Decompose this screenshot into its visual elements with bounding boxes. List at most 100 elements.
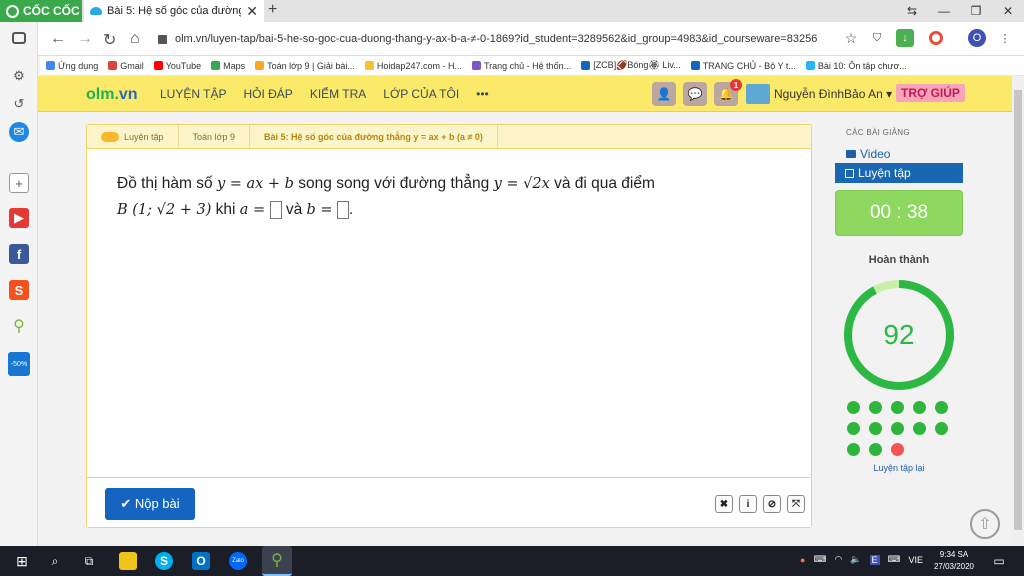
menu-icon[interactable]: ⋮ bbox=[996, 29, 1014, 47]
avatar[interactable] bbox=[746, 84, 770, 104]
bookmark-item[interactable]: Bài 10: Ôn tập chươ... bbox=[805, 61, 907, 71]
answer-input-b[interactable] bbox=[336, 200, 349, 219]
bookmark-item[interactable]: Toán lớp 9 | Giải bài... bbox=[255, 61, 355, 71]
add-app-icon[interactable]: + bbox=[9, 173, 29, 193]
tray-app-icon[interactable]: ● bbox=[800, 555, 805, 565]
wifi-icon[interactable]: ◠ bbox=[834, 554, 842, 565]
answer-input-a[interactable] bbox=[269, 200, 282, 219]
bookmark-item[interactable]: Ứng dụng bbox=[46, 61, 98, 71]
answer-dot-wrong[interactable] bbox=[891, 443, 904, 456]
retry-link[interactable]: Luyện tập lại bbox=[835, 463, 963, 473]
answer-dot-correct[interactable] bbox=[847, 422, 860, 435]
bookmark-item[interactable]: TRANG CHỦ - Bộ Y t... bbox=[690, 61, 796, 71]
settings-icon[interactable]: ⚙ bbox=[9, 66, 29, 86]
bookmark-item[interactable]: Hoidap247.com - H... bbox=[364, 61, 462, 71]
answer-dot-correct[interactable] bbox=[869, 401, 882, 414]
youtube-app-icon[interactable]: ▶ bbox=[9, 208, 29, 228]
back-icon[interactable]: ← bbox=[50, 30, 66, 48]
coccoc-taskbar-icon[interactable]: ⚲ bbox=[262, 546, 292, 576]
sidebar-toggle-icon[interactable] bbox=[12, 32, 26, 44]
breadcrumb-item[interactable]: Luyện tập bbox=[87, 124, 179, 149]
windows-start-icon[interactable]: ⊞ bbox=[13, 552, 31, 570]
page-scrollbar[interactable] bbox=[1012, 76, 1024, 546]
task-view-icon[interactable]: ⧉ bbox=[80, 552, 98, 570]
forward-icon[interactable]: → bbox=[77, 30, 93, 48]
info-tool-icon[interactable]: i bbox=[739, 495, 757, 513]
file-explorer-icon[interactable] bbox=[119, 552, 137, 570]
tiki-sale-icon[interactable]: -50% bbox=[8, 352, 30, 376]
messenger-icon[interactable]: ✉ bbox=[9, 122, 29, 142]
nav-item-exam[interactable]: KIỂM TRA bbox=[310, 87, 366, 101]
practice-link[interactable]: Luyện tập bbox=[835, 163, 963, 183]
profile-avatar[interactable]: O bbox=[968, 29, 986, 47]
answer-dot-correct[interactable] bbox=[891, 401, 904, 414]
tab-list-icon[interactable]: ⇆ bbox=[896, 0, 928, 22]
bookmark-item[interactable]: [ZCB]🏈Bóng🏵 Liv... bbox=[581, 60, 681, 71]
answer-dot-correct[interactable] bbox=[869, 422, 882, 435]
video-link[interactable]: Video bbox=[846, 147, 890, 161]
answer-dot-correct[interactable] bbox=[913, 401, 926, 414]
search-icon[interactable]: ⌕ bbox=[46, 552, 64, 570]
language-indicator[interactable]: VIE bbox=[909, 555, 924, 565]
close-window-button[interactable]: ✕ bbox=[992, 0, 1024, 22]
shopee-app-icon[interactable]: S bbox=[9, 280, 29, 300]
nav-item-practice[interactable]: LUYỆN TẬP bbox=[160, 87, 226, 101]
new-tab-button[interactable]: + bbox=[268, 1, 277, 19]
bookmark-item[interactable]: Trang chủ - Hệ thốn... bbox=[471, 61, 571, 71]
facebook-app-icon[interactable]: f bbox=[9, 244, 29, 264]
messages-icon[interactable]: 💬 bbox=[683, 82, 707, 106]
nav-more-icon[interactable]: ••• bbox=[476, 87, 489, 101]
submit-button[interactable]: ✔ Nộp bài bbox=[105, 488, 195, 520]
history-icon[interactable]: ↺ bbox=[9, 94, 29, 114]
skype-icon[interactable]: S bbox=[155, 552, 173, 570]
timer: 00 : 38 bbox=[835, 190, 963, 236]
friends-icon[interactable]: 👤 bbox=[652, 82, 676, 106]
scroll-to-top-icon[interactable]: ⇧ bbox=[970, 509, 1000, 539]
network-icon[interactable]: ⌨ bbox=[813, 554, 826, 565]
olm-logo[interactable]: olm.vn bbox=[86, 86, 138, 104]
coccoc-app-icon[interactable]: ⚲ bbox=[9, 316, 29, 336]
zalo-icon[interactable]: Zalo bbox=[229, 552, 247, 570]
shuffle-tool-icon[interactable]: ⤧ bbox=[787, 495, 805, 513]
help-button[interactable]: TRỢ GIÚP bbox=[896, 84, 965, 102]
breadcrumb-item[interactable]: Toán lớp 9 bbox=[179, 124, 250, 149]
bookmark-item[interactable]: Maps bbox=[211, 61, 245, 71]
answer-dot-correct[interactable] bbox=[891, 422, 904, 435]
notifications-icon[interactable]: 🔔 1 bbox=[714, 79, 742, 106]
shield-icon[interactable]: ⛉ bbox=[868, 29, 886, 47]
answer-dot-correct[interactable] bbox=[847, 401, 860, 414]
answer-dot-correct[interactable] bbox=[935, 422, 948, 435]
address-bar[interactable]: olm.vn/luyen-tap/bai-5-he-so-goc-cua-duo… bbox=[158, 27, 858, 51]
scrollbar-thumb[interactable] bbox=[1014, 90, 1022, 530]
clock[interactable]: 9:34 SA 27/03/2020 bbox=[932, 549, 976, 573]
breadcrumb-item-current[interactable]: Bài 5: Hệ số góc của đường thẳng y = ax … bbox=[250, 124, 498, 149]
home-icon[interactable]: ⌂ bbox=[130, 30, 140, 48]
minimize-button[interactable]: — bbox=[928, 0, 960, 22]
reload-icon[interactable]: ↻ bbox=[103, 30, 116, 50]
nav-item-qa[interactable]: HỎI ĐÁP bbox=[243, 87, 292, 101]
coccoc-extension-icon[interactable] bbox=[929, 31, 943, 45]
browser-brand[interactable]: CỐC CỐC bbox=[0, 0, 82, 22]
active-tab[interactable]: Bài 5: Hệ số góc của đường tl ✕ bbox=[84, 0, 264, 22]
keyboard-icon[interactable]: ⌨ bbox=[888, 554, 901, 565]
answer-dot-correct[interactable] bbox=[935, 401, 948, 414]
block-tool-icon[interactable]: ⊘ bbox=[763, 495, 781, 513]
tray-notepad-icon[interactable]: E bbox=[869, 554, 880, 565]
site-header: olm.vn LUYỆN TẬP HỎI ĐÁP KIỂM TRA LỚP CỦ… bbox=[38, 76, 1012, 112]
download-icon[interactable]: ↓ bbox=[896, 29, 914, 47]
tab-close-icon[interactable]: ✕ bbox=[246, 3, 258, 20]
action-center-icon[interactable]: ▭ bbox=[990, 552, 1008, 570]
close-tool-icon[interactable]: ✖ bbox=[715, 495, 733, 513]
volume-icon[interactable]: 🔈 bbox=[850, 554, 861, 565]
bookmark-item[interactable]: YouTube bbox=[153, 61, 201, 71]
user-menu[interactable]: Nguyễn ĐìnhBảo An ▾ bbox=[774, 87, 892, 101]
outlook-icon[interactable]: O bbox=[192, 552, 210, 570]
bookmark-star-icon[interactable]: ☆ bbox=[842, 29, 860, 47]
answer-dot-correct[interactable] bbox=[869, 443, 882, 456]
bookmark-item[interactable]: Gmail bbox=[108, 61, 144, 71]
answer-dot-correct[interactable] bbox=[913, 422, 926, 435]
restore-button[interactable]: ❐ bbox=[960, 0, 992, 22]
bookmarks-bar: Ứng dụng Gmail YouTube Maps Toán lớp 9 |… bbox=[40, 56, 1024, 76]
nav-item-my-class[interactable]: LỚP CỦA TÔI bbox=[383, 87, 459, 101]
answer-dot-correct[interactable] bbox=[847, 443, 860, 456]
